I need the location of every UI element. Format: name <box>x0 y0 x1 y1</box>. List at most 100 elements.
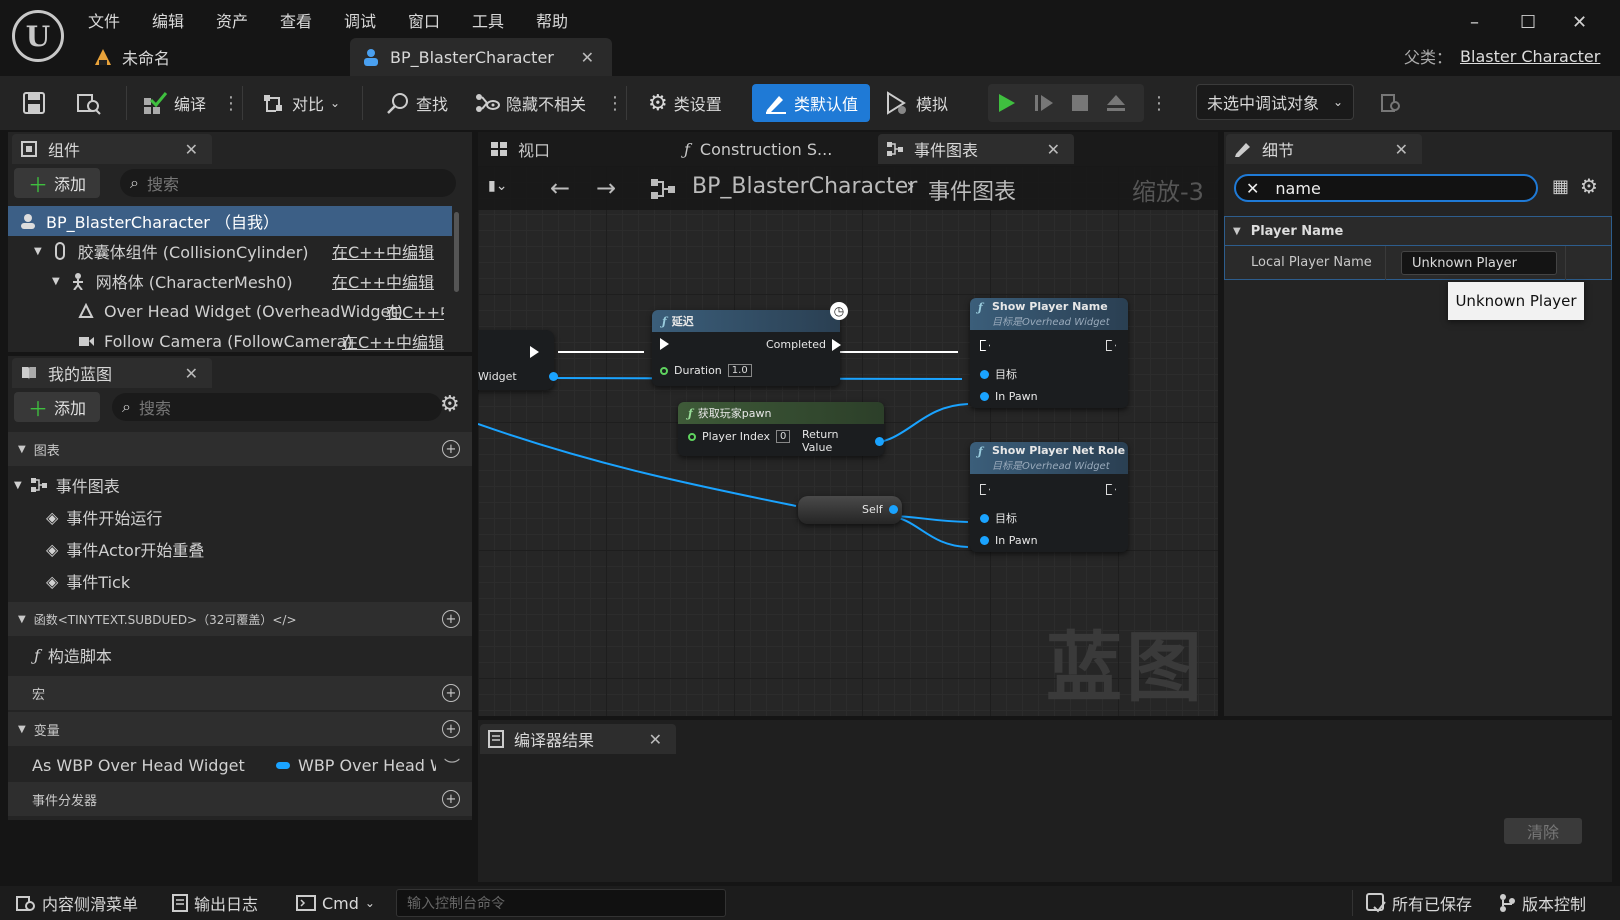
components-search-input[interactable]: ⌕ 搜索 <box>120 169 456 197</box>
unreal-logo[interactable]: U <box>12 10 64 62</box>
tree-row-widget[interactable]: Over Head Widget (OverheadWidget) 在C++中编… <box>8 296 452 326</box>
tab-event-graph[interactable]: 事件图表 ✕ <box>878 134 1074 164</box>
exec-out-pin[interactable] <box>1106 484 1116 495</box>
player-index-pin[interactable]: Player Index 0 <box>688 430 791 443</box>
simulate-button[interactable]: 模拟 <box>884 76 948 130</box>
variables-section-header[interactable]: ▼ 变量 + <box>8 712 472 746</box>
in-pawn-pin[interactable]: In Pawn <box>980 390 1038 403</box>
diff-button[interactable]: 对比 ⌄ <box>262 76 340 130</box>
macros-section-header[interactable]: 宏 + <box>8 676 472 710</box>
tree-row-camera[interactable]: Follow Camera (FollowCamera) 在C++中编辑 <box>8 326 452 352</box>
return-value-pin[interactable]: Return Value <box>802 428 884 454</box>
details-search-input[interactable]: ✕ name <box>1234 174 1538 202</box>
tab-components[interactable]: 组件 ✕ <box>12 134 212 164</box>
edit-in-cpp-link[interactable]: 在C++中编辑 <box>342 329 444 352</box>
player-index-value[interactable]: 0 <box>776 430 791 443</box>
settings-gear-icon[interactable]: ⚙ <box>1580 174 1598 198</box>
menu-debug[interactable]: 调试 <box>344 8 376 32</box>
browse-button[interactable] <box>76 76 102 130</box>
source-control-button[interactable]: 版本控制 <box>1498 886 1586 920</box>
variable-type[interactable]: WBP Over Head W <box>276 756 436 775</box>
add-dispatcher-icon[interactable]: + <box>442 790 460 808</box>
save-button[interactable] <box>22 76 46 130</box>
output-log-button[interactable]: 输出日志 <box>172 886 258 920</box>
clear-button[interactable]: 清除 <box>1504 818 1582 844</box>
add-variable-icon[interactable]: + <box>442 720 460 738</box>
tab-details[interactable]: 细节 ✕ <box>1226 134 1422 164</box>
step-button[interactable] <box>1026 93 1062 113</box>
completed-pin[interactable]: Completed <box>766 338 841 351</box>
close-tab-icon[interactable]: ✕ <box>581 48 594 67</box>
maximize-button[interactable]: ☐ <box>1520 12 1536 33</box>
node-self[interactable]: Self <box>798 496 902 524</box>
add-component-button[interactable]: ＋ 添加 <box>14 168 101 198</box>
console-command-input[interactable]: 输入控制台命令 <box>396 889 726 917</box>
settings-gear-icon[interactable]: ⚙ <box>440 392 460 417</box>
clear-search-icon[interactable]: ✕ <box>1246 179 1259 198</box>
content-drawer-button[interactable]: 内容侧滑菜单 <box>16 886 138 920</box>
functions-section-header[interactable]: ▼ 函数<TINYTEXT.SUBDUED>（32可覆盖）</> + <box>8 602 472 636</box>
add-macro-icon[interactable]: + <box>442 684 460 702</box>
menu-asset[interactable]: 资产 <box>216 8 248 32</box>
all-saved-button[interactable]: 所有已保存 <box>1366 886 1472 920</box>
close-panel-icon[interactable]: ✕ <box>1395 140 1408 159</box>
tab-my-blueprint[interactable]: 我的蓝图 ✕ <box>12 358 212 388</box>
compile-button[interactable]: 编译 <box>142 76 206 130</box>
player-name-category[interactable]: ▼ Player Name <box>1224 216 1612 246</box>
blueprint-search-input[interactable]: ⌕ 搜索 <box>112 393 442 421</box>
self-pin[interactable]: Self <box>862 503 898 516</box>
exec-in-pin[interactable] <box>980 484 990 495</box>
duration-value[interactable]: 1.0 <box>727 364 752 377</box>
node-delay[interactable]: ƒ 延迟 ◷ Completed Duration 1.0 <box>652 302 848 386</box>
visibility-eye-icon[interactable]: ︶ <box>444 753 460 777</box>
node-get-player-pawn[interactable]: ƒ 获取玩家pawn Player Index 0 Return Value <box>678 402 884 456</box>
graph-canvas[interactable]: ▮⌄ ← → BP_BlasterCharacter › 事件图表 缩放-3 W… <box>478 166 1218 716</box>
event-actor-overlap[interactable]: ◈ 事件Actor开始重叠 <box>46 534 204 564</box>
variable-row[interactable]: As WBP Over Head Widget WBP Over Head W … <box>8 750 472 780</box>
add-function-icon[interactable]: + <box>442 610 460 628</box>
table-view-icon[interactable]: ▦ <box>1552 176 1569 197</box>
exec-out-pin[interactable] <box>530 346 539 358</box>
graphs-section-header[interactable]: ▼ 图表 + <box>8 432 472 466</box>
exec-in-pin[interactable] <box>980 340 990 351</box>
edit-in-cpp-link[interactable]: 在C++中编辑 <box>332 269 434 293</box>
tab-construction-script[interactable]: ƒ Construction S... <box>684 134 832 164</box>
components-scrollbar[interactable] <box>454 212 459 292</box>
add-blueprint-item-button[interactable]: ＋ 添加 <box>14 392 101 422</box>
close-tab-icon[interactable]: ✕ <box>1047 140 1060 159</box>
construction-script-item[interactable]: ƒ 构造脚本 <box>34 640 112 670</box>
edit-in-cpp-link[interactable]: 在C++中编辑 <box>332 239 434 263</box>
edit-in-cpp-link[interactable]: 在C++中编辑 <box>386 299 444 323</box>
class-settings-button[interactable]: ⚙ 类设置 <box>648 76 722 130</box>
menu-edit[interactable]: 编辑 <box>152 8 184 32</box>
close-panel-icon[interactable]: ✕ <box>185 140 198 159</box>
stop-button[interactable] <box>1062 94 1098 112</box>
dispatchers-section-header[interactable]: 事件分发器 + <box>8 782 472 816</box>
add-graph-icon[interactable]: + <box>442 440 460 458</box>
menu-window[interactable]: 窗口 <box>408 8 440 32</box>
menu-file[interactable]: 文件 <box>88 8 120 32</box>
target-pin[interactable]: 目标 <box>980 510 1017 526</box>
close-panel-icon[interactable]: ✕ <box>185 364 198 383</box>
hide-unrelated-button[interactable]: 隐藏不相关 <box>474 76 586 130</box>
exec-out-pin[interactable] <box>1106 340 1116 351</box>
tree-row-self[interactable]: BP_BlasterCharacter （自我） <box>8 206 452 236</box>
play-options-icon[interactable]: ⋮ <box>1150 76 1168 130</box>
graph-options-icon[interactable]: ⋮ <box>606 76 624 130</box>
duration-pin[interactable]: Duration 1.0 <box>660 364 752 377</box>
node-show-player-name[interactable]: ƒ Show Player Name 目标是Overhead Widget 目标… <box>970 298 1128 408</box>
exec-in-pin[interactable] <box>660 338 669 350</box>
menu-help[interactable]: 帮助 <box>536 8 568 32</box>
close-window-button[interactable]: ✕ <box>1572 12 1587 33</box>
event-graph-item[interactable]: ▼ 事件图表 <box>14 470 120 500</box>
tab-compiler-results[interactable]: 编译器结果 ✕ <box>480 724 676 754</box>
tree-row-mesh[interactable]: ▼ 网格体 (CharacterMesh0) 在C++中编辑 <box>8 266 452 296</box>
tab-bp-blaster-character[interactable]: BP_BlasterCharacter ✕ <box>350 38 612 76</box>
tab-untitled[interactable]: 未命名 <box>88 38 344 76</box>
debug-target-dropdown[interactable]: 未选中调试对象 ⌄ <box>1196 84 1354 120</box>
in-pawn-pin[interactable]: In Pawn <box>980 534 1038 547</box>
local-player-name-input[interactable]: Unknown Player <box>1401 251 1557 275</box>
play-button[interactable] <box>988 93 1026 113</box>
close-panel-icon[interactable]: ✕ <box>649 730 662 749</box>
node-partial-widget[interactable]: Widget <box>478 330 558 390</box>
